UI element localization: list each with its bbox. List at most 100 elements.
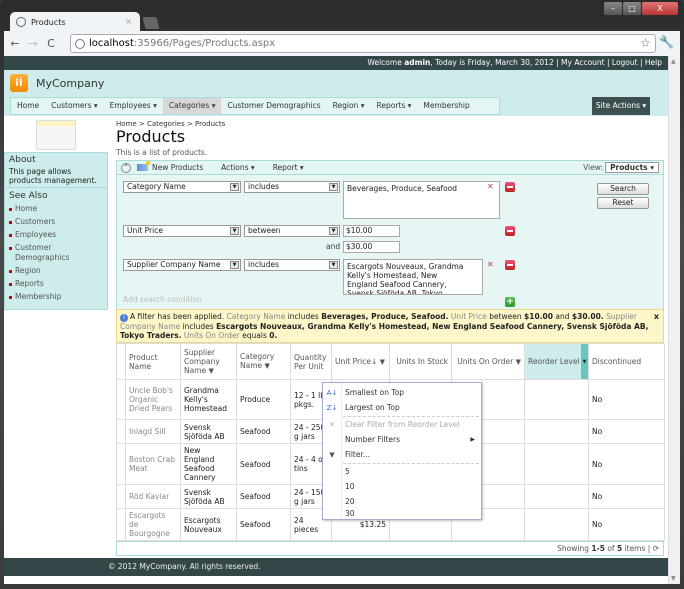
product-name-cell[interactable]: Röd Kaviar [125, 484, 181, 509]
menu-reports[interactable]: Reports ▾ [370, 98, 417, 114]
menu-region[interactable]: Region ▾ [327, 98, 371, 114]
logout-link[interactable]: Logout [612, 58, 638, 67]
discontinued-cell: No [588, 379, 665, 420]
row-selector-header [116, 343, 126, 380]
menu-value-5[interactable]: 5 [345, 465, 479, 479]
site-actions-button[interactable]: Site Actions ▾ [592, 97, 650, 115]
company-name[interactable]: MyCompany [36, 77, 104, 90]
add-condition-button[interactable]: + [505, 297, 515, 307]
forward-icon[interactable]: → [26, 37, 40, 50]
close-window-button[interactable]: X [642, 2, 678, 15]
remove-condition-3-button[interactable] [505, 260, 515, 270]
report-menu[interactable]: Report ▾ [273, 163, 304, 172]
menu-smallest-on-top[interactable]: Smallest on Top [345, 386, 479, 400]
menu-categories[interactable]: Categories ▾ [162, 98, 222, 114]
menu-clear-filter: Clear Filter from Reorder Level [345, 420, 460, 429]
column-header-units-on-order[interactable]: Units On Order ▼ [451, 343, 525, 380]
product-name-cell[interactable]: Escargots de Bourgogne [125, 508, 181, 541]
action-bar: ^ New Products Actions ▾ Report ▾ View: … [116, 160, 664, 175]
product-name-cell[interactable]: Uncle Bob's Organic Dried Pears [125, 379, 181, 420]
wrench-icon[interactable]: 🔧 [659, 35, 674, 49]
actions-menu[interactable]: Actions ▾ [221, 163, 255, 172]
condition-1-operator[interactable]: includes ▼ [244, 181, 340, 193]
add-search-condition[interactable]: Add search condition [123, 295, 202, 304]
see-also-customer-demographics[interactable]: Customer Demographics [9, 243, 103, 263]
my-account-link[interactable]: My Account [561, 58, 605, 67]
menu-home[interactable]: Home [11, 98, 45, 114]
condition-1-field[interactable]: Category Name ▼ [123, 181, 241, 193]
about-panel: About This page allows products manageme… [4, 152, 108, 188]
address-bar[interactable]: localhost :35966/Pages/Products.aspx ☆ [70, 34, 656, 53]
condition-3-value[interactable]: Escargots Nouveaux, Grandma Kelly's Home… [343, 259, 483, 295]
condition-2-value-to[interactable]: $30.00 [343, 241, 400, 253]
column-header-discontinued[interactable]: Discontinued [588, 343, 665, 380]
condition-3-field[interactable]: Supplier Company Name ▼ [123, 259, 241, 271]
minimize-button[interactable]: – [604, 2, 622, 15]
collapse-search-icon[interactable]: ^ [121, 162, 131, 173]
sort-desc-icon: ↓ [370, 356, 378, 366]
main-menu: Home Customers ▾ Employees ▾ Categories … [4, 96, 668, 116]
product-name-cell[interactable]: Inlagd Sill [125, 419, 181, 444]
column-header-supplier[interactable]: Supplier Company Name ▼ [180, 343, 237, 380]
close-filter-message-button[interactable]: x [654, 312, 659, 321]
web-page: Welcome admin, Today is Friday, March 30… [4, 56, 668, 584]
menu-value-10[interactable]: 10 [345, 480, 479, 494]
reset-button[interactable]: Reset [597, 197, 649, 209]
condition-2-field[interactable]: Unit Price ▼ [123, 225, 241, 237]
condition-2-operator[interactable]: between ▼ [244, 225, 340, 237]
menu-value-20[interactable]: 20 [345, 495, 479, 509]
menu-filter[interactable]: Filter... [345, 448, 479, 462]
breadcrumb[interactable]: Home > Categories > Products [116, 120, 664, 128]
clear-filter-icon[interactable]: ✕ [487, 260, 494, 269]
help-link[interactable]: Help [645, 58, 662, 67]
column-header-quantity[interactable]: Quantity Per Unit [290, 343, 332, 380]
see-also-employees[interactable]: Employees [9, 230, 103, 240]
scroll-up-icon[interactable]: ▲ [671, 58, 676, 65]
filter-icon: ▼ [515, 357, 521, 366]
column-header-units-in-stock[interactable]: Units In Stock [389, 343, 452, 380]
search-button[interactable]: Search [597, 183, 649, 195]
back-icon[interactable]: ← [8, 37, 22, 50]
company-logo-icon[interactable]: iİ [10, 74, 28, 92]
column-header-product-name[interactable]: Product Name [125, 343, 181, 380]
browser-tab[interactable]: Products × [10, 12, 140, 32]
see-also-customers[interactable]: Customers [9, 217, 103, 227]
menu-customers[interactable]: Customers ▾ [45, 98, 104, 114]
see-also-title: See Also [9, 191, 48, 201]
column-menu-dropdown-icon[interactable]: ▼ [581, 344, 588, 379]
see-also-region[interactable]: Region [9, 266, 103, 276]
info-icon: i [120, 314, 128, 322]
supplier-cell: Svensk Sjöföda AB [180, 419, 237, 444]
menu-customer-demographics[interactable]: Customer Demographics [221, 98, 326, 114]
condition-2-value-from[interactable]: $10.00 [343, 225, 400, 237]
column-header-unit-price[interactable]: Unit Price↓ ▼ [331, 343, 390, 380]
menu-membership[interactable]: Membership [417, 98, 475, 114]
close-tab-icon[interactable]: × [125, 17, 132, 26]
menu-largest-on-top[interactable]: Largest on Top [345, 401, 479, 415]
see-also-reports[interactable]: Reports [9, 279, 103, 289]
see-also-membership[interactable]: Membership [9, 292, 103, 302]
column-header-category[interactable]: Category Name ▼ [236, 343, 291, 380]
product-name-cell[interactable]: Boston Crab Meat [125, 443, 181, 485]
condition-3-operator[interactable]: includes ▼ [244, 259, 340, 271]
scroll-down-icon[interactable]: ▼ [671, 575, 676, 582]
menu-number-filters[interactable]: Number Filters ▶ [345, 433, 479, 447]
remove-condition-2-button[interactable] [505, 226, 515, 236]
refresh-icon[interactable]: ⟳ [653, 544, 659, 553]
menu-employees[interactable]: Employees ▾ [104, 98, 163, 114]
bookmark-star-icon[interactable]: ☆ [640, 36, 651, 50]
condition-1-value[interactable]: Beverages, Produce, Seafood [343, 181, 500, 219]
sort-ascending-icon: A↓ [326, 389, 338, 397]
menu-value-30[interactable]: 30 [345, 509, 479, 521]
view-dropdown[interactable]: Products ▾ [605, 162, 659, 173]
new-tab-button[interactable] [142, 17, 160, 29]
remove-condition-1-button[interactable] [505, 182, 515, 192]
sidebar: About This page allows products manageme… [4, 116, 108, 310]
clear-filter-icon[interactable]: ✕ [487, 182, 494, 191]
column-header-reorder-level[interactable]: Reorder Level ▼ [524, 343, 589, 380]
vertical-scrollbar[interactable]: ▲ ▼ [668, 56, 680, 584]
reload-icon[interactable]: C [44, 37, 58, 50]
maximize-button[interactable]: □ [623, 2, 641, 15]
new-products-button[interactable]: New Products [152, 163, 203, 172]
see-also-home[interactable]: Home [9, 204, 103, 214]
